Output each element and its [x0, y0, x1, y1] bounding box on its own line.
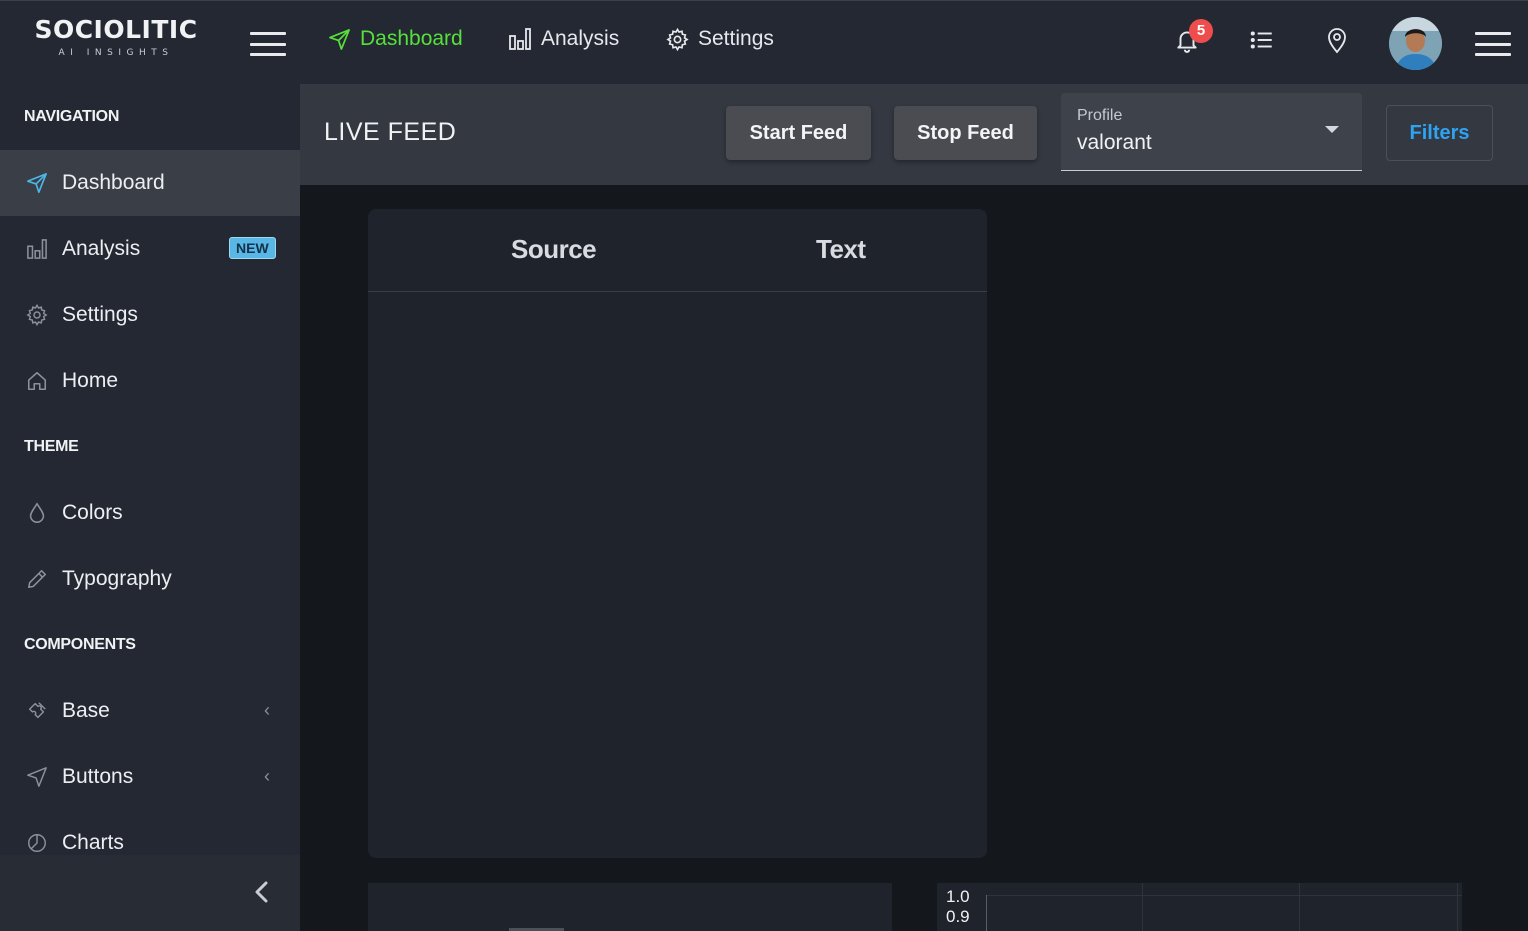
sidebar-section-navigation: NAVIGATION	[24, 108, 120, 125]
puzzle-icon	[25, 699, 49, 723]
send-icon	[329, 28, 350, 50]
chart-y-axis	[986, 895, 987, 931]
topnav-dashboard-label: Dashboard	[360, 27, 463, 50]
home-icon	[25, 369, 49, 393]
bar-chart-icon	[25, 237, 49, 261]
sidebar-footer	[0, 855, 300, 931]
profile-select[interactable]: Profile valorant	[1061, 93, 1362, 171]
notification-count-badge: 5	[1189, 19, 1213, 43]
bar-chart-icon	[509, 28, 531, 50]
y-tick-label: 1.0	[946, 887, 970, 906]
sidebar-item-dashboard[interactable]: Dashboard	[0, 150, 300, 216]
page-title: LIVE FEED	[324, 118, 457, 146]
page-subheader: LIVE FEED Start Feed Stop Feed Profile v…	[300, 84, 1528, 185]
y-tick-label: 0.9	[946, 907, 970, 926]
collapse-sidebar-chevron-icon[interactable]	[252, 878, 272, 911]
topnav-dashboard[interactable]: Dashboard	[328, 27, 463, 51]
sidebar-item-label: Dashboard	[62, 171, 165, 194]
topnav-analysis[interactable]: Analysis	[508, 27, 619, 51]
bottom-left-panel	[368, 883, 892, 931]
pencil-icon	[25, 567, 49, 591]
chart-gridline	[1299, 883, 1300, 931]
brand-name: SOCIOLITIC	[34, 15, 198, 44]
chevron-left-icon: ‹	[264, 700, 270, 720]
table-header: Source Text	[368, 209, 987, 292]
profile-select-value: valorant	[1077, 131, 1152, 154]
chevron-left-icon: ‹	[264, 766, 270, 786]
chart-gridline	[986, 895, 1462, 896]
column-header-text[interactable]: Text	[816, 234, 866, 265]
profile-select-label: Profile	[1077, 107, 1123, 124]
sidebar-item-label: Analysis	[62, 237, 141, 260]
gear-icon	[666, 27, 689, 51]
sidebar-item-typography[interactable]: Typography	[0, 546, 300, 612]
chart-preview-panel: 1.0 0.9	[937, 883, 1462, 931]
sidebar-item-label: Charts	[62, 831, 124, 854]
sidebar-item-settings[interactable]: Settings	[0, 282, 300, 348]
sidebar-item-label: Typography	[62, 567, 172, 590]
filters-button[interactable]: Filters	[1386, 105, 1493, 161]
brand-logo[interactable]: SOCIOLITIC AI INSIGHTS	[28, 15, 204, 58]
column-header-source[interactable]: Source	[511, 234, 597, 265]
sidebar-item-base[interactable]: Base ‹	[0, 678, 300, 744]
topnav-settings[interactable]: Settings	[666, 27, 774, 51]
chart-gridline	[1142, 883, 1143, 931]
new-badge: NEW	[229, 237, 276, 259]
send-icon	[25, 171, 49, 195]
sidebar-item-label: Colors	[62, 501, 123, 524]
top-header: SOCIOLITIC AI INSIGHTS Dashboard Analysi…	[0, 0, 1528, 84]
sidebar-item-colors[interactable]: Colors	[0, 480, 300, 546]
pie-chart-icon	[25, 831, 49, 855]
sidebar-item-buttons[interactable]: Buttons ‹	[0, 744, 300, 810]
sidebar-item-label: Settings	[62, 303, 138, 326]
topnav-settings-label: Settings	[698, 27, 774, 50]
brand-tagline: AI INSIGHTS	[58, 48, 174, 58]
cursor-icon	[25, 765, 49, 789]
location-pin-icon[interactable]	[1325, 27, 1349, 59]
caret-down-icon	[1325, 126, 1339, 133]
sidebar-item-label: Base	[62, 699, 110, 722]
stop-feed-button[interactable]: Stop Feed	[894, 106, 1037, 160]
more-menu-icon[interactable]	[1475, 32, 1511, 56]
topnav-analysis-label: Analysis	[541, 27, 620, 50]
live-feed-table: Source Text	[368, 209, 987, 858]
sidebar-section-theme: THEME	[24, 438, 79, 455]
gear-icon	[25, 303, 49, 327]
start-feed-button[interactable]: Start Feed	[726, 106, 871, 160]
chart-gridline	[1457, 883, 1458, 931]
sidebar-item-label: Buttons	[62, 765, 134, 788]
user-avatar[interactable]	[1389, 17, 1442, 70]
sidebar-item-label: Home	[62, 369, 119, 392]
list-icon[interactable]	[1249, 27, 1275, 58]
sidebar-toggle-menu-icon[interactable]	[250, 32, 286, 56]
sidebar: NAVIGATION Dashboard Analysis NEW Settin…	[0, 84, 300, 931]
drop-icon	[25, 501, 49, 525]
sidebar-section-components: COMPONENTS	[24, 636, 136, 653]
sidebar-item-home[interactable]: Home	[0, 348, 300, 414]
sidebar-item-analysis[interactable]: Analysis NEW	[0, 216, 300, 282]
